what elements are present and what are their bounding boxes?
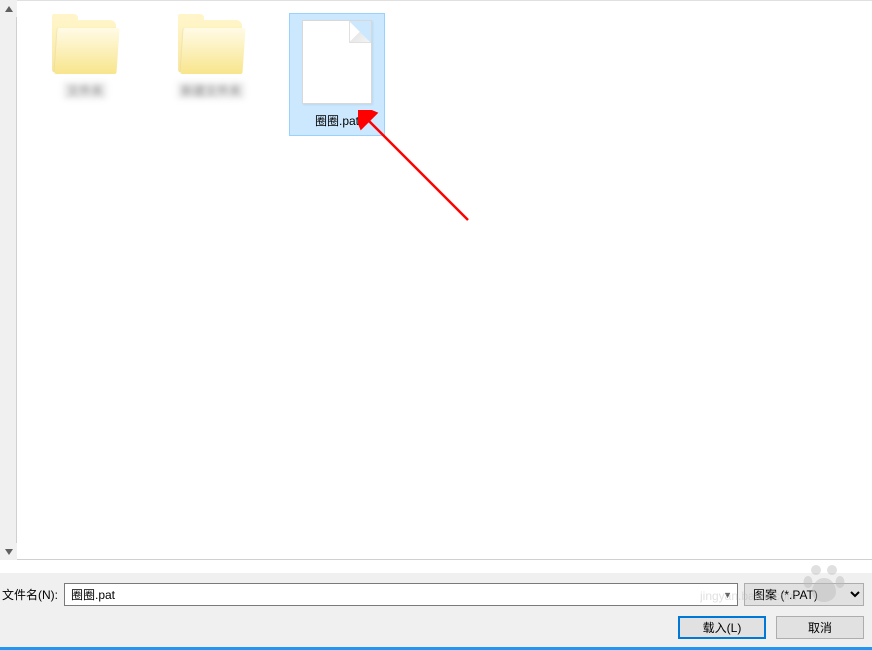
bottom-bar: 文件名(N): ▼ 图案 (*.PAT) 载入(L) 取消 — [0, 572, 872, 650]
scroll-down-button[interactable] — [0, 543, 17, 560]
filename-input[interactable] — [64, 583, 738, 606]
folder-label: 文件夹 — [63, 82, 107, 99]
vertical-scrollbar[interactable] — [0, 0, 17, 560]
cancel-button[interactable]: 取消 — [776, 616, 864, 639]
pat-file-label: 圈圈.pat — [315, 112, 359, 129]
folder-label: 新建文件夹 — [177, 82, 245, 99]
scroll-track[interactable] — [0, 17, 16, 543]
file-list-area[interactable]: 文件夹 新建文件夹 圈圈.pat — [17, 0, 872, 560]
load-button[interactable]: 载入(L) — [678, 616, 766, 639]
filename-label: 文件名(N): — [0, 586, 58, 603]
filetype-select[interactable]: 图案 (*.PAT) — [744, 583, 864, 606]
folder-icon — [50, 20, 120, 76]
scroll-up-button[interactable] — [0, 0, 17, 17]
pat-file-item[interactable]: 圈圈.pat — [289, 13, 385, 136]
folder-item-1[interactable]: 文件夹 — [37, 13, 133, 106]
folder-icon — [176, 20, 246, 76]
pat-file-icon — [302, 20, 372, 104]
folder-item-2[interactable]: 新建文件夹 — [163, 13, 259, 106]
